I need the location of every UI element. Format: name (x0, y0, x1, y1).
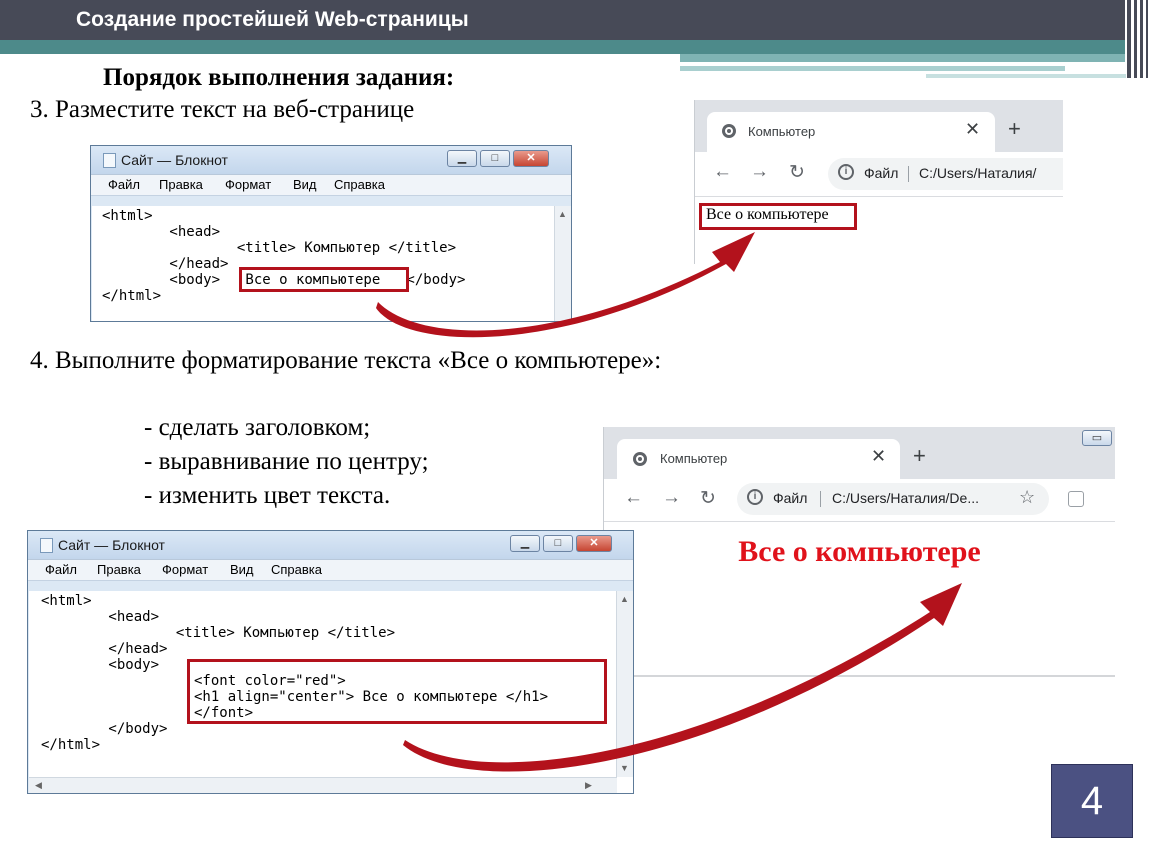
arrow-notepad2-to-browser2 (403, 583, 962, 772)
connector-arrows (376, 232, 962, 772)
page-number-badge: 4 (1051, 764, 1133, 838)
arrow-notepad1-to-browser1 (376, 232, 755, 338)
